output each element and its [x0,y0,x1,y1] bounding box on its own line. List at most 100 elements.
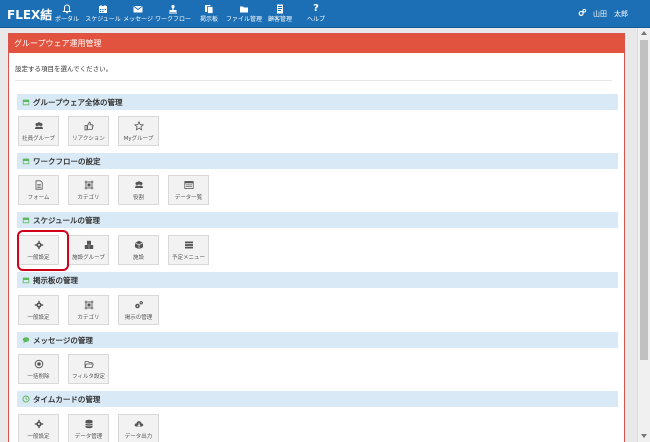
cubes-icon [83,240,94,250]
nav-label: ヘルプ [306,16,325,23]
tile-label: カテゴリ [77,195,100,201]
tile-post-management[interactable]: 掲示の管理 [118,295,159,325]
tile-label: 施設グループ [72,255,105,261]
section-title: スケジュールの管理 [33,215,100,225]
nav-message[interactable]: メッセージ [123,3,153,25]
tile-employee-groups[interactable]: 社員グループ [18,116,59,146]
tile-bulletin-general-settings[interactable]: 一般設定 [18,295,59,325]
section-title: ワークフローの設定 [33,156,101,166]
nav-file-management[interactable]: ファイル管理 [226,3,263,25]
tile-filter-settings[interactable]: フィルタ設定 [68,354,109,384]
nav-customer-management[interactable]: 顧客管理 [266,3,294,25]
selection-highlight [17,230,69,271]
calendar-icon [22,157,30,165]
nav-bulletin[interactable]: 掲示板 [197,3,221,25]
section-header-bulletin: 掲示板の管理 [17,272,618,288]
question-icon: ? [313,2,319,14]
nav-label: メッセージ [123,16,153,23]
gears-icon[interactable] [578,8,587,19]
user-area[interactable]: 山田 太郎 [578,8,628,19]
documents-icon [204,3,214,14]
tile-label: リアクション [72,136,105,142]
list-icon [183,180,194,190]
tile-label: 予定メニュー [171,255,205,261]
file-icon [33,180,44,190]
clock-icon [22,395,30,403]
tile-label: 役割 [132,195,144,201]
tile-label: Myグループ [123,136,154,142]
tile-label: フィルタ設定 [72,374,105,380]
tile-label: 一般設定 [27,434,50,440]
folder-icon [239,3,249,14]
section-header-timecard: タイムカードの管理 [17,391,618,407]
section-title: グループウェア全体の管理 [33,97,123,107]
panel-title: グループウェア運用管理 [9,34,624,53]
users-icon [133,180,144,190]
tile-label: データ一覧 [174,195,203,201]
tile-timecard-general-settings[interactable]: 一般設定 [18,414,59,442]
tile-data-management[interactable]: データ管理 [68,414,109,442]
section-header-message: メッセージの管理 [17,332,618,348]
cube-icon [133,240,144,250]
admin-panel: グループウェア運用管理 設定する項目を選んでください。 グループウェア全体の管理… [8,33,625,442]
user-name[interactable]: 山田 太郎 [593,9,628,19]
top-navigation-bar: FLEX結 ポータル スケジュール メッセージ ワークフロー 掲示板 ファイル管… [0,0,650,28]
thumbs-up-icon [83,121,94,131]
menu-list-icon [183,240,194,250]
tile-label: フォーム [27,195,50,201]
contacts-icon [275,3,285,14]
gears-icon [133,300,144,310]
nav-label: ファイル管理 [226,16,263,23]
scroll-thumb[interactable] [640,40,648,360]
folder-open-icon [83,359,94,369]
nav-label: ワークフロー [155,16,192,23]
nav-workflow[interactable]: ワークフロー [155,3,192,25]
calendar-icon [22,216,30,224]
nav-label: ポータル [55,16,80,23]
tile-form[interactable]: フォーム [18,175,59,205]
users-icon [33,121,44,131]
scroll-up-arrow-icon[interactable] [641,31,647,35]
tile-label: 一般設定 [27,315,50,321]
tile-bulk-delete[interactable]: 一括削除 [18,354,59,384]
tile-label: 社員グループ [22,136,55,142]
divider [15,80,612,81]
nav-label: 顧客管理 [267,16,292,23]
section-header-schedule: スケジュールの管理 [17,212,618,228]
envelope-icon [133,3,143,14]
tile-label: 掲示の管理 [124,315,153,321]
tile-my-group[interactable]: Myグループ [118,116,159,146]
vertical-scrollbar[interactable] [637,28,650,442]
nav-help[interactable]: ? ヘルプ [306,3,326,25]
panel-intro: 設定する項目を選んでください。 [15,65,113,73]
app-logo[interactable]: FLEX結 [7,6,52,23]
scroll-down-arrow-icon[interactable] [641,434,647,438]
calendar-icon [22,98,30,106]
tile-category[interactable]: カテゴリ [68,175,109,205]
nav-label: スケジュール [85,16,121,23]
nav-portal[interactable]: ポータル [55,3,79,25]
tile-role[interactable]: 役割 [118,175,159,205]
tile-data-list[interactable]: データ一覧 [168,175,209,205]
tile-label: 施設 [132,255,144,261]
star-icon [133,121,144,131]
tile-data-export[interactable]: データ出力 [118,414,159,442]
nav-schedule[interactable]: スケジュール [85,3,121,25]
database-icon [83,419,94,429]
section-title: タイムカードの管理 [33,394,101,404]
nav-label: 掲示板 [199,16,218,23]
section-title: 掲示板の管理 [33,275,78,285]
comment-icon [22,336,30,344]
tile-label: データ管理 [74,434,103,440]
tile-label: 一括削除 [27,374,50,380]
frame-icon [83,300,94,310]
tile-schedule-menu[interactable]: 予定メニュー [168,235,209,265]
tile-facility-groups[interactable]: 施設グループ [68,235,109,265]
calendar-icon [22,276,30,284]
tile-facility[interactable]: 施設 [118,235,159,265]
tile-reaction[interactable]: リアクション [68,116,109,146]
stamp-icon [168,3,178,14]
section-title: メッセージの管理 [33,335,93,345]
tile-bulletin-category[interactable]: カテゴリ [68,295,109,325]
tile-label: カテゴリ [77,315,100,321]
